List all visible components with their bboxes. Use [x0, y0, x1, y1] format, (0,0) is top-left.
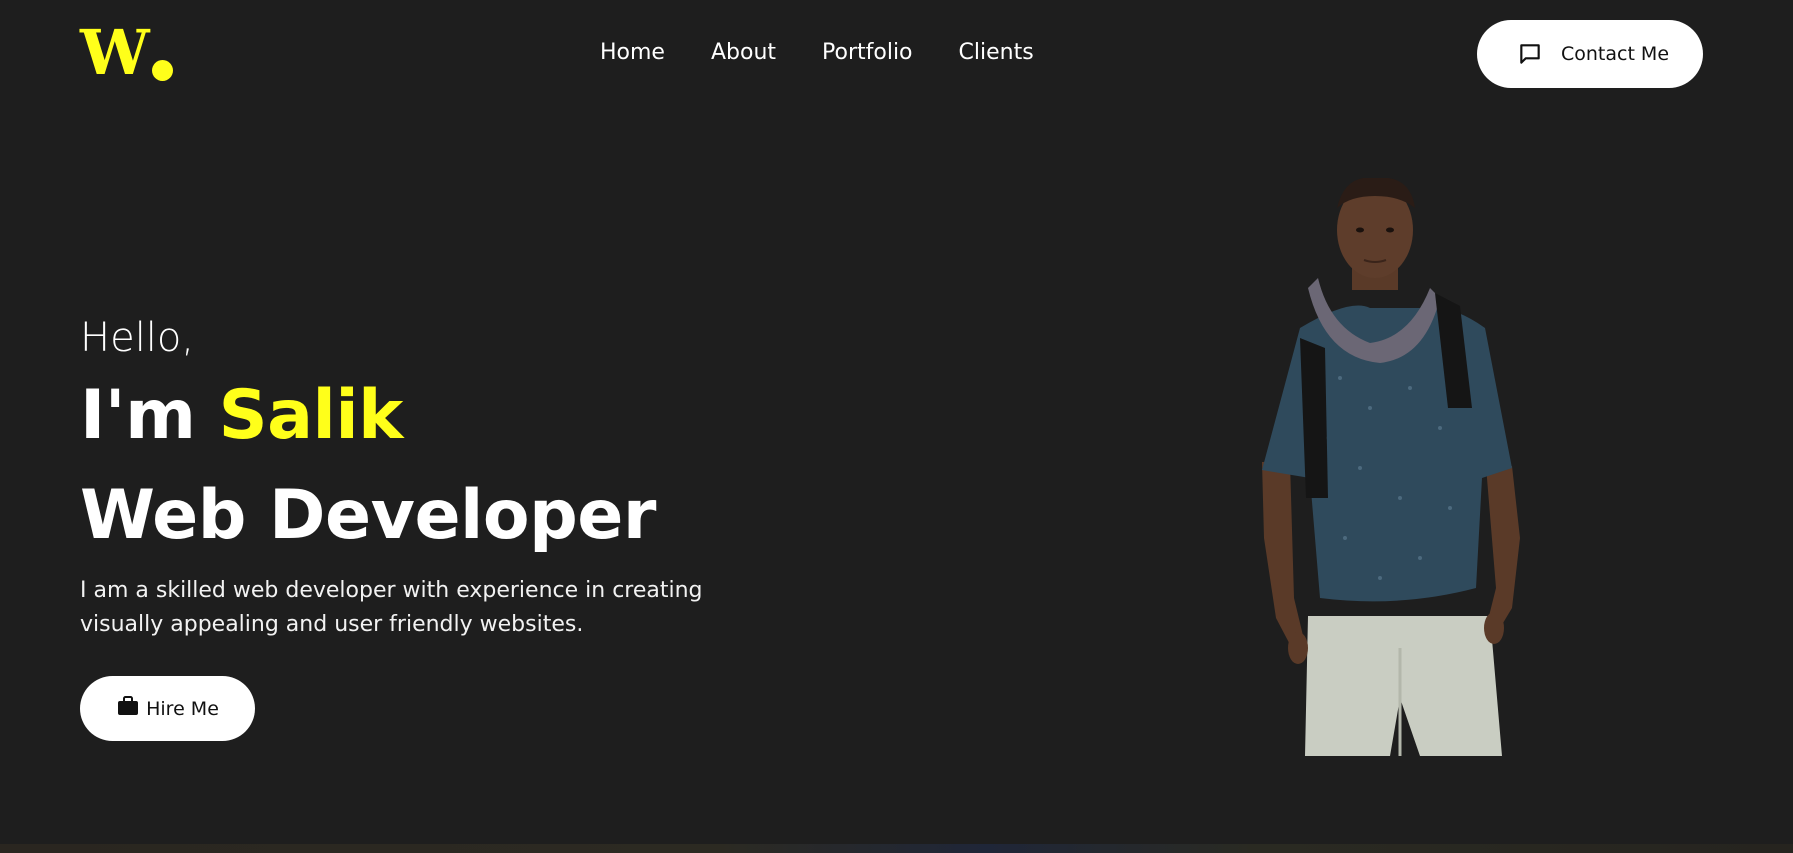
- bottom-strip: [0, 844, 1793, 853]
- nav-about-link[interactable]: About: [711, 38, 776, 68]
- nav-home-link[interactable]: Home: [600, 38, 665, 68]
- hero-name-prefix: I'm: [80, 376, 196, 455]
- hero-section: Hello, I'm Salik Web Developer I am a sk…: [80, 310, 780, 642]
- main-nav: Home About Portfolio Clients: [600, 38, 1034, 68]
- hero-role: Web Developer: [80, 476, 656, 555]
- logo-dot: [151, 60, 173, 81]
- site-header: W Home About Portfolio Clients Contact M…: [0, 0, 1793, 110]
- hero-greeting: Hello,: [80, 315, 195, 361]
- briefcase-icon: [116, 694, 140, 723]
- profile-photo: [1250, 177, 1540, 756]
- logo-letter: W: [80, 16, 150, 89]
- hero-name: Salik: [218, 376, 404, 455]
- hero-description: I am a skilled web developer with experi…: [80, 578, 703, 637]
- hire-me-button[interactable]: Hire Me: [80, 676, 255, 741]
- logo[interactable]: W: [80, 22, 173, 84]
- chat-bubble-icon: [1517, 41, 1543, 67]
- nav-portfolio-link[interactable]: Portfolio: [822, 38, 913, 68]
- contact-me-button[interactable]: Contact Me: [1477, 20, 1703, 88]
- hero-name-line: I'm Salik: [80, 366, 780, 466]
- contact-me-label: Contact Me: [1560, 43, 1670, 65]
- hire-me-label: Hire Me: [146, 697, 219, 720]
- nav-clients-link[interactable]: Clients: [959, 38, 1034, 68]
